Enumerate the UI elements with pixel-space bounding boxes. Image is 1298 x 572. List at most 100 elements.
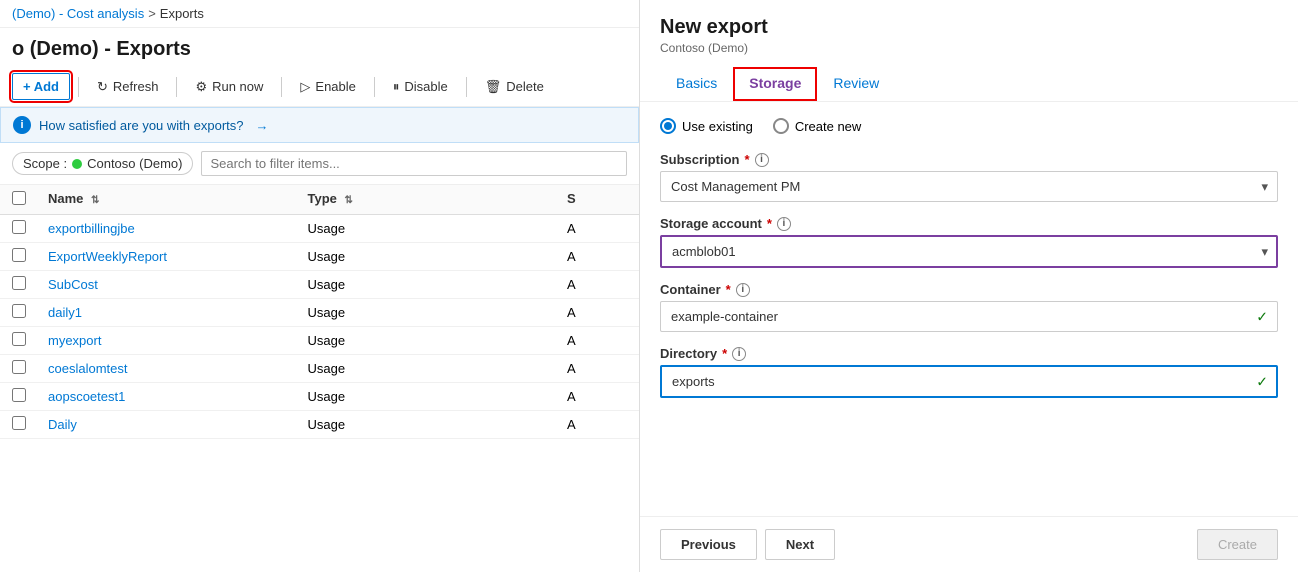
breadcrumb-current: Exports xyxy=(160,6,204,21)
row-checkbox[interactable] xyxy=(12,304,26,318)
breadcrumb-parent[interactable]: (Demo) - Cost analysis xyxy=(12,6,144,21)
toolbar-divider-1 xyxy=(78,77,79,97)
page-title: o (Demo) - Exports xyxy=(0,28,639,67)
container-input-wrapper: ✓ xyxy=(660,301,1278,332)
row-checkbox-cell xyxy=(12,360,48,377)
row-type: Usage xyxy=(308,221,568,236)
panel-footer: Previous Next Create xyxy=(640,516,1298,572)
row-checkbox-cell xyxy=(12,304,48,321)
header-checkbox-col xyxy=(12,191,48,208)
row-checkbox[interactable] xyxy=(12,276,26,290)
table-row: aopscoetest1 Usage A xyxy=(0,383,639,411)
storage-account-required: * xyxy=(767,216,772,231)
row-name-link[interactable]: exportbillingjbe xyxy=(48,221,135,236)
storage-account-group: Storage account * i acmblob01 ▾ xyxy=(660,216,1278,268)
table-row: exportbillingjbe Usage A xyxy=(0,215,639,243)
tab-storage[interactable]: Storage xyxy=(733,67,817,101)
row-checkbox-cell xyxy=(12,332,48,349)
row-checkbox[interactable] xyxy=(12,248,26,262)
row-status: A xyxy=(567,277,627,292)
row-checkbox-cell xyxy=(12,248,48,265)
breadcrumb-sep: > xyxy=(148,6,156,21)
storage-option-row: Use existing Create new xyxy=(660,118,1278,134)
row-name-link[interactable]: ExportWeeklyReport xyxy=(48,249,167,264)
scope-label: Scope : xyxy=(23,156,67,171)
subscription-label: Subscription * i xyxy=(660,152,1278,167)
refresh-button[interactable]: ↻ Refresh xyxy=(87,74,168,100)
add-button[interactable]: + Add xyxy=(12,73,70,100)
right-panel: New export Contoso (Demo) Basics Storage… xyxy=(640,0,1298,572)
enable-button[interactable]: ▷ Enable xyxy=(290,74,365,100)
row-checkbox[interactable] xyxy=(12,360,26,374)
tab-basics[interactable]: Basics xyxy=(660,67,733,101)
container-input[interactable] xyxy=(660,301,1278,332)
row-status: A xyxy=(567,221,627,236)
type-sort-icon[interactable]: ⇅ xyxy=(345,195,353,206)
use-existing-radio[interactable] xyxy=(660,118,676,134)
row-type: Usage xyxy=(308,277,568,292)
row-checkbox-cell xyxy=(12,276,48,293)
header-type: Type ⇅ xyxy=(308,191,568,208)
row-status: A xyxy=(567,333,627,348)
run-now-icon: ⚙ xyxy=(195,79,207,95)
tab-review[interactable]: Review xyxy=(817,67,895,101)
row-checkbox-cell xyxy=(12,416,48,433)
new-export-subtitle: Contoso (Demo) xyxy=(660,41,1278,55)
row-name-link[interactable]: Daily xyxy=(48,417,77,432)
row-name-link[interactable]: coeslalomtest xyxy=(48,361,127,376)
panel-header: New export Contoso (Demo) Basics Storage… xyxy=(640,0,1298,102)
row-type: Usage xyxy=(308,249,568,264)
run-now-button[interactable]: ⚙ Run now xyxy=(185,74,273,100)
directory-input-wrapper: ✓ xyxy=(660,365,1278,398)
delete-button[interactable]: 🗑 Delete xyxy=(475,74,554,100)
table-row: Daily Usage A xyxy=(0,411,639,439)
row-name-link[interactable]: myexport xyxy=(48,333,101,348)
row-type: Usage xyxy=(308,389,568,404)
row-name-link[interactable]: SubCost xyxy=(48,277,98,292)
create-button[interactable]: Create xyxy=(1197,529,1278,560)
header-status: S xyxy=(567,191,627,208)
run-now-label: Run now xyxy=(212,79,263,94)
refresh-icon: ↻ xyxy=(97,79,108,95)
table-body: exportbillingjbe Usage A ExportWeeklyRep… xyxy=(0,215,639,572)
scope-pill[interactable]: Scope : Contoso (Demo) xyxy=(12,152,193,175)
row-type: Usage xyxy=(308,417,568,432)
toolbar: + Add ↻ Refresh ⚙ Run now ▷ Enable ⏸ Dis… xyxy=(0,67,639,107)
create-new-radio[interactable] xyxy=(773,118,789,134)
row-type: Usage xyxy=(308,333,568,348)
search-input[interactable] xyxy=(201,151,627,176)
row-name-link[interactable]: aopscoetest1 xyxy=(48,389,125,404)
row-checkbox[interactable] xyxy=(12,388,26,402)
subscription-required: * xyxy=(744,152,749,167)
directory-info-btn[interactable]: i xyxy=(732,347,746,361)
subscription-info-btn[interactable]: i xyxy=(755,153,769,167)
name-sort-icon[interactable]: ⇅ xyxy=(91,195,99,206)
info-icon: i xyxy=(13,116,31,134)
create-new-option[interactable]: Create new xyxy=(773,118,861,134)
row-checkbox[interactable] xyxy=(12,332,26,346)
next-button[interactable]: Next xyxy=(765,529,835,560)
row-checkbox[interactable] xyxy=(12,220,26,234)
scope-row: Scope : Contoso (Demo) xyxy=(0,143,639,185)
select-all-checkbox[interactable] xyxy=(12,191,26,205)
container-check-icon: ✓ xyxy=(1256,308,1268,325)
directory-input[interactable] xyxy=(660,365,1278,398)
directory-required: * xyxy=(722,346,727,361)
subscription-select[interactable]: Cost Management PM xyxy=(660,171,1278,202)
storage-account-label: Storage account * i xyxy=(660,216,1278,231)
toolbar-divider-5 xyxy=(466,77,467,97)
storage-account-select[interactable]: acmblob01 xyxy=(660,235,1278,268)
panel-body: Use existing Create new Subscription * i… xyxy=(640,102,1298,516)
previous-button[interactable]: Previous xyxy=(660,529,757,560)
disable-label: Disable xyxy=(404,79,447,94)
banner-arrow[interactable]: → xyxy=(255,118,268,133)
row-name-link[interactable]: daily1 xyxy=(48,305,82,320)
storage-account-info-btn[interactable]: i xyxy=(777,217,791,231)
container-info-btn[interactable]: i xyxy=(736,283,750,297)
use-existing-option[interactable]: Use existing xyxy=(660,118,753,134)
new-export-title: New export xyxy=(660,16,1278,39)
row-status: A xyxy=(567,361,627,376)
create-new-label: Create new xyxy=(795,119,861,134)
disable-button[interactable]: ⏸ Disable xyxy=(383,74,458,100)
row-checkbox[interactable] xyxy=(12,416,26,430)
